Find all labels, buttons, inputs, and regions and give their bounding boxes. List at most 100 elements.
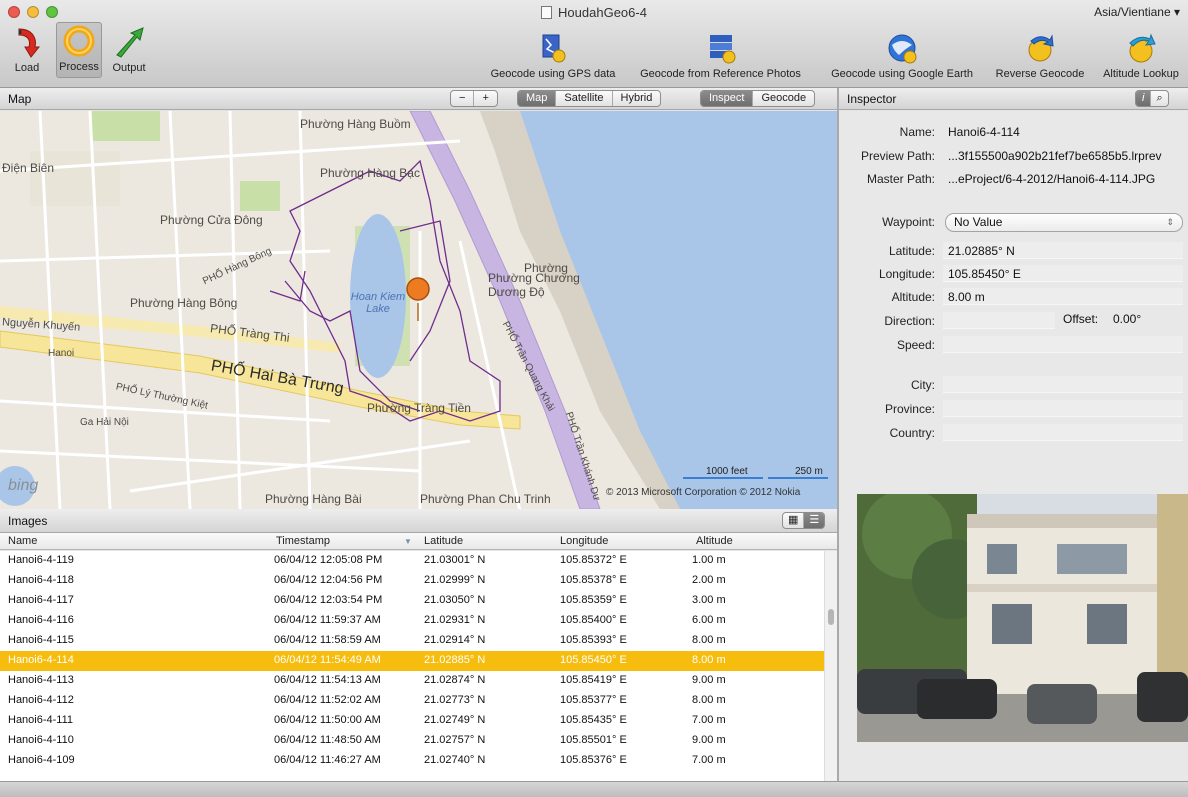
table-row[interactable]: Hanoi6-4-109 06/04/12 11:46:27 AM 21.02740… — [0, 751, 824, 771]
cell-name: Hanoi6-4-115 — [8, 634, 74, 646]
table-row[interactable]: Hanoi6-4-115 06/04/12 11:58:59 AM 21.02914… — [0, 631, 824, 651]
offset-value: 0.00° — [1113, 312, 1142, 326]
cell-longitude: 105.85359° E — [560, 594, 627, 606]
city-field[interactable] — [943, 376, 1183, 393]
table-row[interactable]: Hanoi6-4-119 06/04/12 12:05:08 PM 21.03001… — [0, 551, 824, 571]
city-label: City: — [911, 378, 935, 392]
cell-longitude: 105.85393° E — [560, 634, 627, 646]
process-label: Process — [59, 61, 99, 73]
cell-longitude: 105.85450° E — [560, 654, 627, 666]
altitude-lookup-label: Altitude Lookup — [1103, 68, 1179, 80]
geocode-google-earth-label: Geocode using Google Earth — [831, 68, 973, 80]
scale-feet-label: 1000 feet — [706, 466, 748, 477]
gps-track-icon — [482, 30, 624, 66]
table-row[interactable]: Hanoi6-4-114 06/04/12 11:54:49 AM 21.02885… — [0, 651, 824, 671]
cell-longitude: 105.85419° E — [560, 674, 627, 686]
cell-name: Hanoi6-4-114 — [8, 654, 74, 666]
mode-inspect[interactable]: Inspect — [701, 91, 754, 106]
cell-name: Hanoi6-4-110 — [8, 734, 74, 746]
country-field[interactable] — [943, 424, 1183, 441]
list-view-button[interactable]: ☰ — [804, 513, 825, 528]
table-row[interactable]: Hanoi6-4-113 06/04/12 11:54:13 AM 21.02874… — [0, 671, 824, 691]
geocode-gps-label: Geocode using GPS data — [490, 68, 616, 80]
altitude-lookup-button[interactable]: Altitude Lookup — [1094, 30, 1188, 80]
map-view[interactable]: Phường Hàng Buồm Phường Hàng Bạc Phường … — [0, 111, 837, 509]
reverse-geocode-icon — [989, 30, 1091, 66]
direction-label: Direction: — [884, 314, 935, 328]
reverse-geocode-label: Reverse Geocode — [995, 68, 1085, 80]
cell-altitude: 8.00 m — [692, 654, 726, 666]
cell-longitude: 105.85372° E — [560, 554, 627, 566]
geocode-google-earth-button[interactable]: Geocode using Google Earth — [818, 30, 986, 80]
reverse-geocode-button[interactable]: Reverse Geocode — [989, 30, 1091, 80]
mode-control: Inspect Geocode — [700, 90, 816, 107]
cell-longitude: 105.85435° E — [560, 714, 627, 726]
map-label: Phường Cửa Đông — [160, 213, 263, 227]
longitude-value: 105.85450° E — [948, 267, 1021, 281]
geocode-reference-label: Geocode from Reference Photos — [640, 68, 801, 80]
zoom-control: − + — [450, 90, 498, 107]
cell-altitude: 9.00 m — [692, 674, 726, 686]
output-label: Output — [112, 62, 146, 74]
table-row[interactable]: Hanoi6-4-116 06/04/12 11:59:37 AM 21.02931… — [0, 611, 824, 631]
column-name[interactable]: Name — [8, 535, 37, 548]
cell-altitude: 3.00 m — [692, 594, 726, 606]
document-icon — [541, 6, 553, 19]
latitude-value: 21.02885° N — [948, 244, 1015, 258]
load-icon — [6, 24, 48, 60]
cell-timestamp: 06/04/12 11:46:27 AM — [274, 754, 381, 766]
waypoint-select[interactable]: No Value ⇕ — [945, 213, 1183, 232]
cell-timestamp: 06/04/12 11:54:13 AM — [274, 674, 381, 686]
timezone-menu[interactable]: Asia/Vientiane ▾ — [1094, 5, 1180, 19]
column-latitude[interactable]: Latitude — [424, 535, 463, 548]
cell-altitude: 1.00 m — [692, 554, 726, 566]
cell-timestamp: 06/04/12 12:03:54 PM — [274, 594, 383, 606]
map-type-map[interactable]: Map — [518, 91, 557, 106]
table-row[interactable]: Hanoi6-4-110 06/04/12 11:48:50 AM 21.02757… — [0, 731, 824, 751]
speed-field[interactable] — [943, 336, 1183, 353]
column-longitude[interactable]: Longitude — [560, 535, 608, 548]
cell-latitude: 21.02931° N — [424, 614, 486, 626]
load-button[interactable]: Load — [6, 24, 48, 74]
speed-label: Speed: — [896, 338, 935, 352]
zoom-out-icon: − — [459, 92, 466, 104]
scroll-thumb[interactable] — [828, 609, 834, 625]
map-type-hybrid[interactable]: Hybrid — [613, 91, 661, 106]
zoom-out-button[interactable]: − — [451, 91, 475, 106]
table-row[interactable]: Hanoi6-4-111 06/04/12 11:50:00 AM 21.02749… — [0, 711, 824, 731]
province-field[interactable] — [943, 400, 1183, 417]
output-button[interactable]: Output — [106, 24, 152, 74]
process-button[interactable]: Process — [56, 22, 102, 78]
cell-latitude: 21.02757° N — [424, 734, 486, 746]
zoom-in-button[interactable]: + — [474, 91, 496, 106]
direction-field[interactable] — [943, 312, 1055, 329]
cell-altitude: 2.00 m — [692, 574, 726, 586]
cell-name: Hanoi6-4-116 — [8, 614, 74, 626]
column-altitude[interactable]: Altitude — [696, 535, 733, 548]
images-scrollbar[interactable] — [824, 551, 837, 781]
mode-geocode[interactable]: Geocode — [753, 91, 814, 106]
window-title-text: HoudahGeo6-4 — [558, 5, 647, 20]
title-toolbar: HoudahGeo6-4 Asia/Vientiane ▾ Load Proce… — [0, 0, 1188, 88]
cell-longitude: 105.85377° E — [560, 694, 627, 706]
preview-path-label: Preview Path: — [860, 149, 935, 163]
table-row[interactable]: Hanoi6-4-117 06/04/12 12:03:54 PM 21.03050… — [0, 591, 824, 611]
table-row[interactable]: Hanoi6-4-112 06/04/12 11:52:02 AM 21.02773… — [0, 691, 824, 711]
info-icon[interactable]: i — [1136, 91, 1152, 106]
cell-timestamp: 06/04/12 12:05:08 PM — [274, 554, 383, 566]
search-icon[interactable]: ⌕ — [1151, 91, 1167, 106]
map-label: Ga Hải Nội — [80, 417, 129, 428]
map-label: Phường Phan Chu Trinh — [420, 492, 551, 506]
column-timestamp[interactable]: Timestamp — [276, 535, 330, 548]
cell-name: Hanoi6-4-119 — [8, 554, 74, 566]
name-value: Hanoi6-4-114 — [948, 125, 1020, 139]
waypoint-value: No Value — [954, 215, 1003, 229]
cell-latitude: 21.02773° N — [424, 694, 486, 706]
map-type-satellite[interactable]: Satellite — [556, 91, 613, 106]
grid-view-button[interactable]: ▦ — [783, 513, 805, 528]
map-label: Phường Hàng Buồm — [300, 117, 411, 131]
bing-logo: bing — [8, 477, 39, 494]
geocode-reference-button[interactable]: Geocode from Reference Photos — [628, 30, 813, 80]
table-row[interactable]: Hanoi6-4-118 06/04/12 12:04:56 PM 21.02999… — [0, 571, 824, 591]
geocode-gps-button[interactable]: Geocode using GPS data — [482, 30, 624, 80]
